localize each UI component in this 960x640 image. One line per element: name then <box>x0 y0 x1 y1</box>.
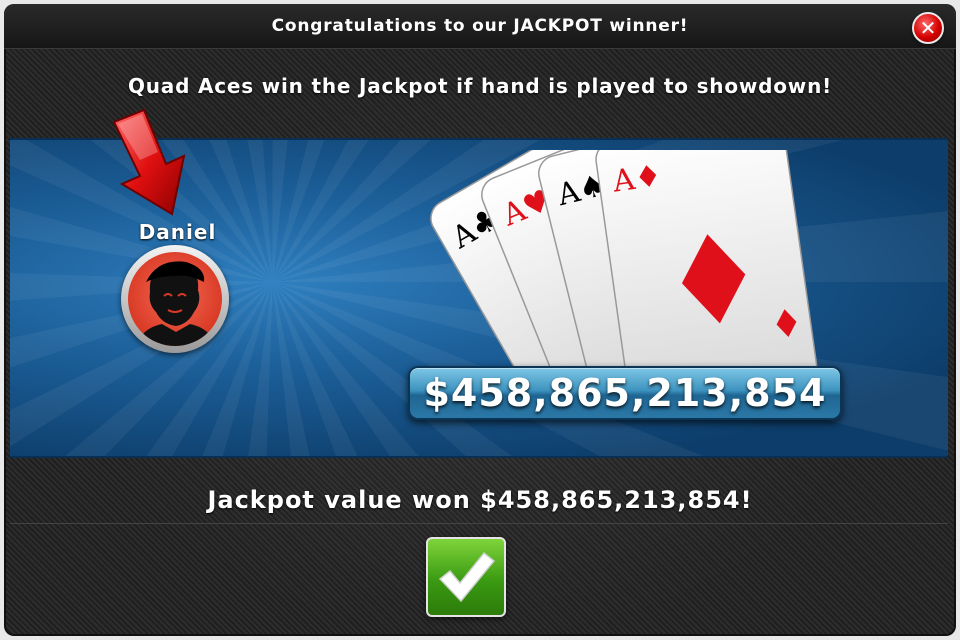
dialog-title-bar: Congratulations to our JACKPOT winner! <box>4 4 956 49</box>
avatar-portrait <box>128 252 222 346</box>
close-icon: ✕ <box>919 16 937 40</box>
jackpot-amount: $458,865,213,854 <box>423 371 827 415</box>
card-ace-diamonds: A♦ <box>595 150 818 380</box>
close-button[interactable]: ✕ <box>912 12 944 44</box>
portrait-silhouette-icon <box>136 261 216 346</box>
divider <box>10 523 948 524</box>
jackpot-won-message: Jackpot value won $458,865,213,854! <box>207 486 753 514</box>
confirm-button[interactable] <box>426 537 506 617</box>
checkmark-icon <box>438 551 496 603</box>
quad-aces-cards: A♣ A♥ A♠ A♦ <box>430 150 818 380</box>
jackpot-amount-box: $458,865,213,854 <box>408 366 842 420</box>
player-avatar[interactable] <box>121 245 229 353</box>
winner-name: Daniel <box>138 220 217 244</box>
dialog-title: Congratulations to our JACKPOT winner! <box>271 16 689 36</box>
card-rank: A♦ <box>610 158 664 200</box>
rule-subtitle: Quad Aces win the Jackpot if hand is pla… <box>127 74 833 98</box>
arrow-down-icon <box>112 108 186 216</box>
